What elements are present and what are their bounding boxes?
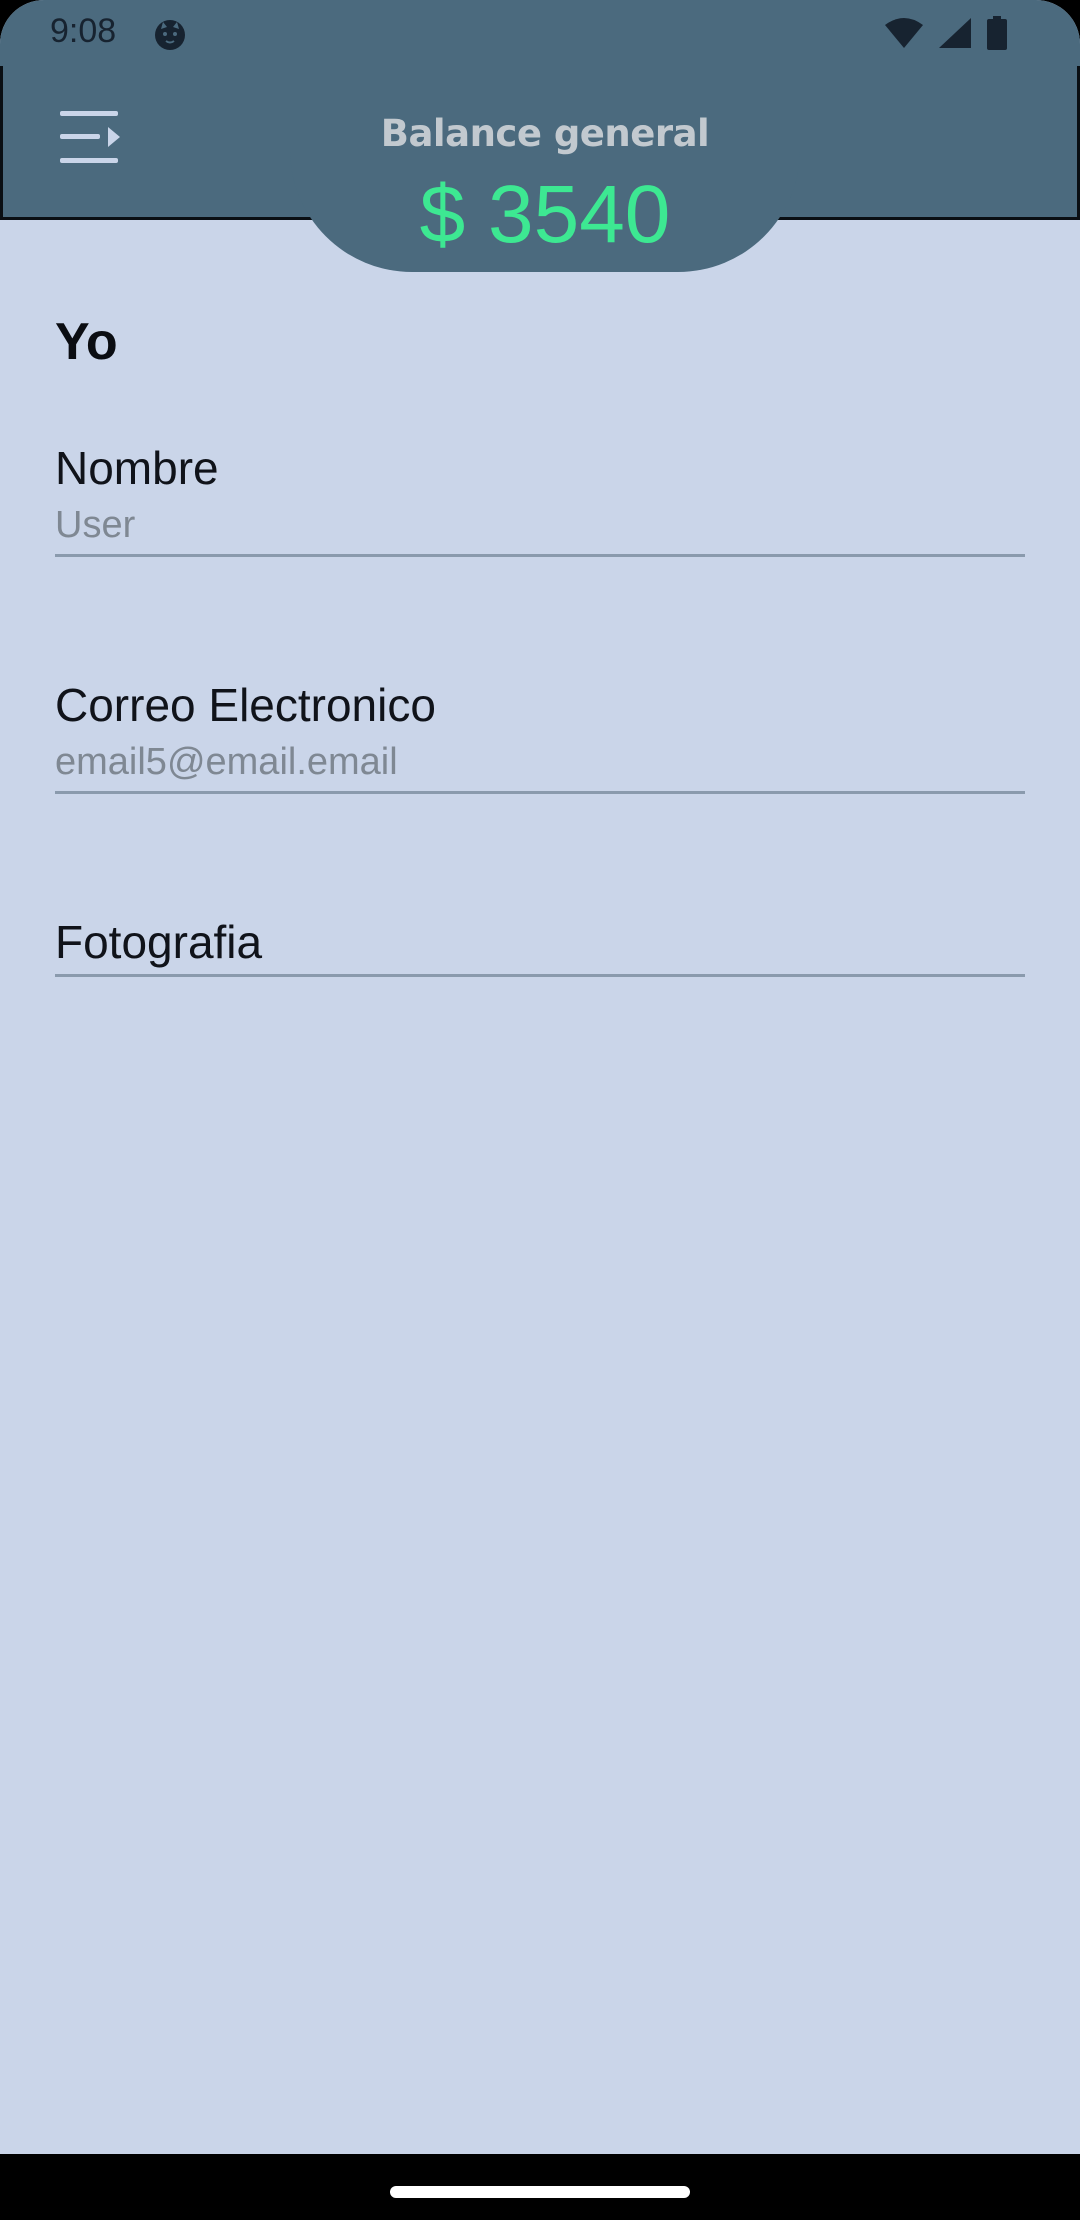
cell-signal-icon (939, 18, 971, 48)
balance-amount: $ 3540 (419, 169, 671, 260)
name-field[interactable]: Nombre User (55, 440, 1025, 557)
email-field[interactable]: Correo Electronico email5@email.email (55, 677, 1025, 794)
email-input[interactable]: email5@email.email (55, 737, 1025, 787)
name-field-label: Nombre (55, 442, 219, 494)
name-underline (55, 554, 1025, 557)
wifi-icon (885, 18, 923, 48)
photo-field[interactable]: Fotografia (55, 914, 1025, 977)
menu-button[interactable] (56, 108, 126, 168)
battery-icon (987, 16, 1007, 50)
name-input[interactable]: User (55, 500, 1025, 550)
status-time: 9:08 (50, 12, 117, 50)
photo-field-label: Fotografia (55, 916, 263, 968)
app-screen: 9:08 Balance general $ 3540 Yo Nombre Us… (0, 0, 1080, 2220)
home-gesture-pill[interactable] (390, 2186, 690, 2198)
email-underline (55, 791, 1025, 794)
status-icons (884, 16, 1008, 50)
section-title: Yo (55, 313, 118, 371)
menu-open-icon (60, 111, 120, 163)
notification-cat-icon (155, 20, 185, 50)
header-left-border (0, 66, 3, 220)
email-field-label: Correo Electronico (55, 679, 436, 731)
photo-underline (55, 974, 1025, 977)
status-bar: 9:08 (0, 0, 1080, 66)
balance-label: Balance general (380, 112, 710, 155)
system-nav-bar (0, 2154, 1080, 2220)
